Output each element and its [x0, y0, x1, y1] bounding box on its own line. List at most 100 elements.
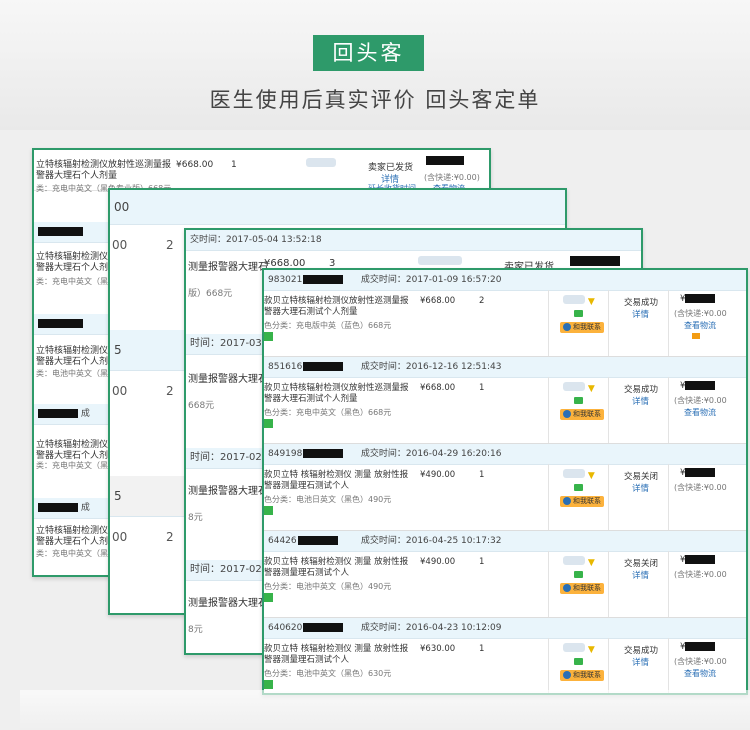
total-price: ¥	[680, 294, 716, 304]
buyer: ▼	[563, 643, 595, 655]
order-status: 交易成功	[624, 298, 659, 308]
variant: 色分类：充电中英文（黑色）668元	[264, 408, 392, 417]
contact-button[interactable]: 和我联系	[560, 322, 604, 333]
price: ¥668.00	[420, 383, 456, 393]
variant: 8元	[188, 625, 203, 635]
funnel-icon: ▼	[587, 558, 595, 568]
quantity: 2	[166, 238, 174, 252]
price: ¥490.00	[420, 470, 456, 480]
shipping-fee: (含快递:¥0.00	[674, 309, 727, 318]
product-title[interactable]: 款贝立特 核辐射检测仪 测量 放射性报警器测量理石测试个人	[264, 557, 416, 579]
order: 64426 成交时间：2016-04-25 10:17:32 款贝立特 核辐射检…	[264, 531, 746, 618]
chat-icon[interactable]	[574, 658, 583, 668]
order-id: 851616	[268, 357, 358, 377]
order: 851616 成交时间：2016-12-16 12:51:43 款贝立特核辐射检…	[264, 357, 746, 444]
order: 983021 成交时间：2017-01-09 16:57:20 款贝立特核辐射检…	[264, 270, 746, 357]
shipping: (含快递:¥0.00)	[424, 173, 480, 182]
product-title[interactable]: 款贝立特核辐射检测仪放射性巡测量报警器大理石测试个人剂量	[264, 296, 416, 318]
contact-button[interactable]: 和我联系	[560, 409, 604, 420]
price: ¥630.00	[420, 644, 456, 654]
product-icon	[264, 506, 273, 516]
logistics-link[interactable]: 查看物流	[684, 668, 716, 679]
contact-button[interactable]: 和我联系	[560, 496, 604, 507]
funnel-icon: ▼	[587, 384, 595, 394]
product-title[interactable]: 款贝立特 核辐射检测仪 测量 放射性报警器测量理石测试个人	[264, 470, 416, 492]
product-title[interactable]: 立特核辐射检测仪放射性巡测量报警器大理石个人剂量	[36, 160, 171, 182]
variant: 版）668元	[188, 289, 233, 299]
product-icon	[264, 419, 273, 429]
quantity: 1	[479, 557, 485, 567]
logistics-link[interactable]: 查看物流	[684, 320, 716, 331]
quantity: 1	[231, 160, 237, 170]
product-icon	[264, 593, 273, 603]
product-title[interactable]: 测量报警器大理石	[188, 258, 268, 273]
flag-icon	[692, 332, 700, 342]
detail-link[interactable]: 详情	[632, 656, 649, 668]
order-header: 849198 成交时间：2016-04-29 16:20:16	[264, 444, 746, 465]
order-list-front: 983021 成交时间：2017-01-09 16:57:20 款贝立特核辐射检…	[262, 268, 748, 695]
funnel-icon: ▼	[587, 645, 595, 655]
price: ¥490.00	[420, 557, 456, 567]
shipping-fee: (含快递:¥0.00	[674, 396, 727, 405]
variant: 色分类：电池中英文（黑色）490元	[264, 582, 392, 591]
redacted-total	[426, 156, 464, 166]
buyer: ▼	[563, 469, 595, 481]
redacted-total	[570, 256, 620, 267]
detail-link[interactable]: 详情	[632, 395, 649, 407]
buyer: ▼	[563, 295, 595, 307]
product-title[interactable]: 款贝立特核辐射检测仪放射性巡测量报警器大理石测试个人剂量	[264, 383, 416, 405]
chat-icon[interactable]	[574, 397, 583, 407]
order-header: 64426 成交时间：2016-04-25 10:17:32	[264, 531, 746, 552]
buyer	[306, 158, 336, 170]
buyer	[418, 256, 462, 268]
funnel-icon: ▼	[587, 471, 595, 481]
variant: 色分类：电池日英文（黑色）490元	[264, 495, 392, 504]
order-status: 交易关闭	[624, 559, 659, 569]
product-icon	[264, 332, 273, 342]
total-price: ¥	[680, 642, 716, 652]
contact-button[interactable]: 和我联系	[560, 670, 604, 681]
price: ¥668.00	[176, 160, 214, 170]
chat-icon[interactable]	[574, 310, 583, 320]
order-header: 983021 成交时间：2017-01-09 16:57:20	[264, 270, 746, 291]
reflection-fade	[20, 690, 750, 730]
chat-icon[interactable]	[574, 571, 583, 581]
quantity: 1	[479, 470, 485, 480]
price-fragment: 00	[112, 238, 128, 252]
order-header: 00	[110, 190, 565, 225]
detail-link[interactable]: 详情	[632, 308, 649, 320]
logistics-link[interactable]: 查看物流	[684, 407, 716, 418]
price: ¥668.00	[420, 296, 456, 306]
chat-icon[interactable]	[574, 484, 583, 494]
order-list: 983021 成交时间：2017-01-09 16:57:20 款贝立特核辐射检…	[264, 270, 746, 693]
variant: 668元	[188, 401, 215, 411]
quantity: 2	[166, 384, 174, 398]
order-status: 交易成功	[624, 385, 659, 395]
shipping-fee: (含快递:¥0.00	[674, 483, 727, 492]
product-title[interactable]: 测量报警器大理石	[188, 370, 268, 385]
subtitle: 医生使用后真实评价 回头客定单	[209, 88, 541, 112]
funnel-icon: ▼	[587, 297, 595, 307]
order-time: 成交时间：2016-12-16 12:51:43	[360, 362, 502, 372]
quantity: 2	[479, 296, 485, 306]
title-badge: 回头客	[313, 35, 424, 71]
order-status: 交易关闭	[624, 472, 659, 482]
buyer: ▼	[563, 556, 595, 568]
order-header: 851616 成交时间：2016-12-16 12:51:43	[264, 357, 746, 378]
product-title[interactable]: 测量报警器大理石	[188, 482, 268, 497]
contact-button[interactable]: 和我联系	[560, 583, 604, 594]
order-header: 640620 成交时间：2016-04-23 10:12:09	[264, 618, 746, 639]
product-title[interactable]: 测量报警器大理石	[188, 594, 268, 609]
detail-link[interactable]: 详情	[632, 569, 649, 581]
order-time: 成交时间：2016-04-25 10:17:32	[360, 536, 502, 546]
order-id: 64426	[268, 531, 358, 551]
product-title[interactable]: 款贝立特 核辐射检测仪 测量 放射性报警器测量理石测试个人	[264, 644, 416, 666]
detail-link[interactable]: 详情	[632, 482, 649, 494]
order-header: 交时间：2017-05-04 13:52:18	[186, 230, 641, 251]
price-fragment: 00	[112, 384, 128, 398]
order-status: 交易成功	[624, 646, 659, 656]
product-icon	[264, 680, 273, 690]
order-time: 成交时间：2016-04-29 16:20:16	[360, 449, 502, 459]
order-id: 640620	[268, 618, 358, 638]
variant: 8元	[188, 513, 203, 523]
